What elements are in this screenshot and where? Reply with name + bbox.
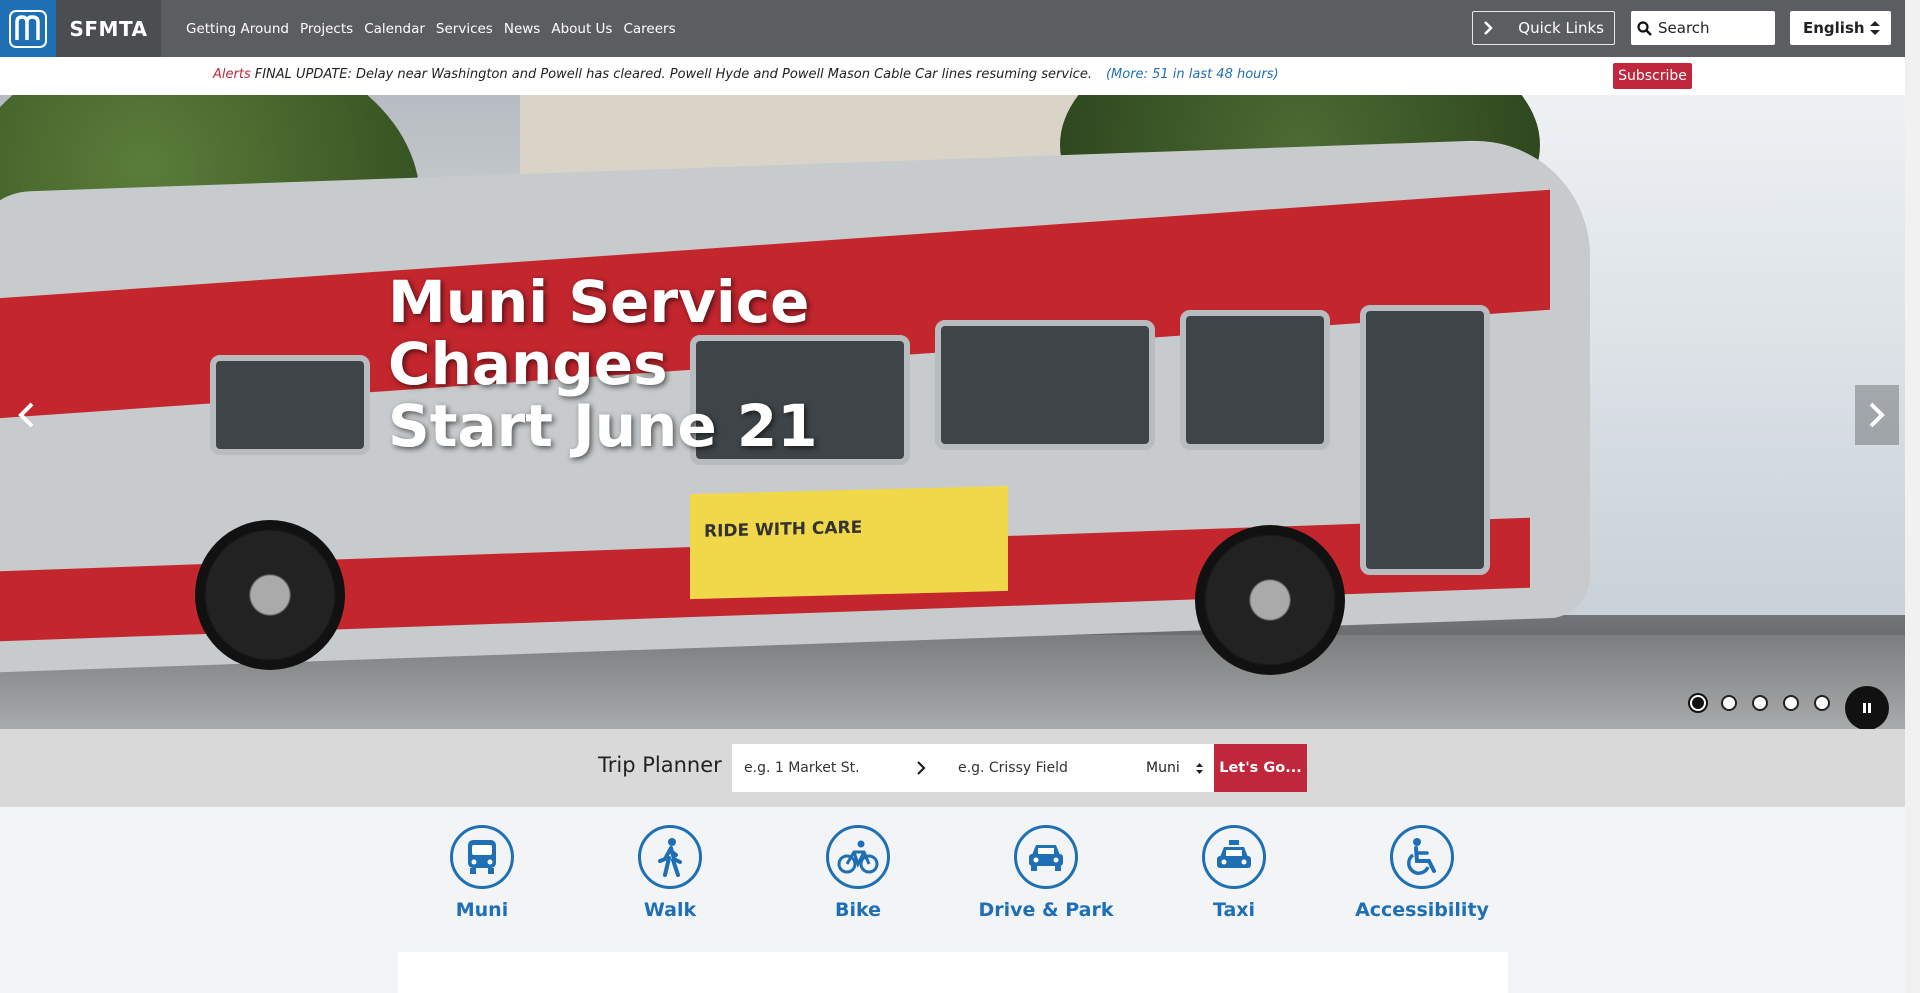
nav-getting-around[interactable]: Getting Around: [186, 21, 289, 37]
mode-label: Muni: [455, 899, 509, 921]
bus-window: [1180, 310, 1330, 450]
main-nav: Getting Around Projects Calendar Service…: [186, 0, 676, 57]
nav-careers[interactable]: Careers: [623, 21, 675, 37]
bus-ad-panel: RIDE WITH CARE: [690, 485, 1008, 600]
wheelchair-icon: [1390, 825, 1454, 889]
nav-news[interactable]: News: [504, 21, 540, 37]
alert-label[interactable]: Alerts: [213, 67, 251, 82]
alert-text: Alerts FINAL UPDATE: Delay near Washingto…: [213, 67, 1279, 82]
nav-services[interactable]: Services: [436, 21, 493, 37]
mode-muni[interactable]: Muni: [387, 825, 577, 921]
hero-title-line: Start June 21: [388, 392, 818, 460]
mode-label: Bike: [834, 899, 881, 921]
carousel-dot-3[interactable]: [1752, 695, 1768, 711]
bus-window: [935, 320, 1155, 450]
bike-icon: [826, 825, 890, 889]
mode-bike[interactable]: Bike: [763, 825, 953, 921]
site-header: SFMTA Getting Around Projects Calendar S…: [0, 0, 1905, 57]
quick-links-label: Quick Links: [1518, 19, 1604, 37]
bus-wheel: [195, 520, 345, 670]
brand-name[interactable]: SFMTA: [56, 0, 161, 57]
chevron-left-icon: [18, 402, 34, 428]
carousel-dot-5[interactable]: [1814, 695, 1830, 711]
walk-icon: [638, 825, 702, 889]
chevron-right-icon: [917, 761, 926, 775]
carousel-next-button[interactable]: [1855, 385, 1899, 445]
hero-title-line: Changes: [388, 330, 668, 398]
transport-modes: Muni Walk Bike Drive & Park Taxi Accessi…: [0, 807, 1905, 993]
carousel-dots: [1690, 695, 1830, 711]
trip-mode-select[interactable]: Muni: [1136, 744, 1214, 792]
sfmta-logo-icon[interactable]: [0, 0, 56, 57]
car-icon: [1014, 825, 1078, 889]
carousel-prev-button[interactable]: [4, 385, 48, 445]
carousel-dot-4[interactable]: [1783, 695, 1799, 711]
chevron-right-icon: [1869, 402, 1885, 428]
language-value: English: [1803, 19, 1865, 37]
search-icon: [1637, 20, 1652, 36]
sort-arrows-icon: [1196, 762, 1203, 774]
mode-taxi[interactable]: Taxi: [1139, 825, 1329, 921]
subscribe-button[interactable]: Subscribe: [1613, 63, 1692, 89]
mode-label: Drive & Park: [978, 899, 1114, 921]
pause-icon: [1863, 703, 1871, 713]
scrollbar[interactable]: [1905, 0, 1920, 993]
mode-label: Walk: [643, 899, 697, 921]
trip-planner: Trip Planner e.g. 1 Market St. e.g. Cris…: [0, 729, 1905, 807]
bus-window: [210, 355, 370, 455]
nav-calendar[interactable]: Calendar: [364, 21, 425, 37]
nav-about-us[interactable]: About Us: [551, 21, 612, 37]
sort-arrows-icon: [1870, 21, 1880, 35]
trip-go-button[interactable]: Let's Go...: [1214, 744, 1307, 792]
carousel-pause-button[interactable]: [1845, 686, 1889, 729]
trip-from-placeholder: e.g. 1 Market St.: [744, 760, 860, 776]
bus-wheel: [1195, 525, 1345, 675]
mode-drive-park[interactable]: Drive & Park: [951, 825, 1141, 921]
mode-label: Accessibility: [1355, 899, 1489, 921]
bus-icon: [450, 825, 514, 889]
mode-walk[interactable]: Walk: [575, 825, 765, 921]
mode-accessibility[interactable]: Accessibility: [1327, 825, 1517, 921]
quick-links-button[interactable]: Quick Links: [1472, 11, 1615, 45]
trip-mode-value: Muni: [1146, 760, 1180, 776]
nav-projects[interactable]: Projects: [300, 21, 353, 37]
alert-message[interactable]: FINAL UPDATE: Delay near Washington and …: [255, 67, 1092, 82]
carousel-dot-1[interactable]: [1690, 695, 1706, 711]
hero-carousel: RIDE WITH CARE Muni Service Changes Star…: [0, 95, 1905, 729]
trip-to-placeholder: e.g. Crissy Field: [958, 760, 1068, 776]
trip-to-input[interactable]: e.g. Crissy Field: [917, 744, 1146, 792]
chevron-right-icon: [1484, 21, 1493, 35]
hero-title-line: Muni Service: [388, 268, 810, 336]
bus-ad-text: RIDE WITH CARE: [704, 517, 863, 542]
search-placeholder: Search: [1658, 19, 1710, 37]
language-select[interactable]: English: [1790, 11, 1891, 45]
trip-from-input[interactable]: e.g. 1 Market St.: [732, 744, 932, 792]
trip-planner-label: Trip Planner: [598, 753, 722, 777]
hero-title[interactable]: Muni Service Changes Start June 21: [388, 271, 848, 457]
search-input[interactable]: Search: [1631, 11, 1775, 45]
mode-label: Taxi: [1212, 899, 1256, 921]
carousel-dot-2[interactable]: [1721, 695, 1737, 711]
taxi-icon: [1202, 825, 1266, 889]
bus-window: [1360, 305, 1490, 575]
alert-more-link[interactable]: (More: 51 in last 48 hours): [1106, 67, 1279, 82]
content-card: [398, 952, 1508, 993]
